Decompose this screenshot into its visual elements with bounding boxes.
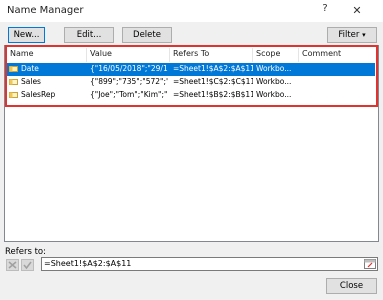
collapse-dialog-icon[interactable] [364,258,376,270]
help-icon[interactable]: ? [318,3,332,19]
check-icon[interactable] [21,259,34,271]
edit-button[interactable]: Edit... [64,27,114,43]
cancel-icon[interactable] [6,259,19,271]
close-button[interactable]: Close [326,278,377,294]
delete-button-label: Delete [133,30,161,40]
close-button-label: Close [339,281,364,291]
filter-button[interactable]: Filter ▾ [327,27,377,43]
new-button-label: New... [13,30,40,40]
highlight-frame [5,45,378,107]
delete-button[interactable]: Delete [122,27,172,43]
filter-button-label: Filter [338,30,360,40]
window-title: Name Manager [7,5,84,16]
chevron-down-icon: ▾ [362,31,366,39]
refers-to-label: Refers to: [5,247,46,257]
refers-to-input[interactable]: =Sheet1!$A$2:$A$11 [41,257,378,271]
new-button[interactable]: New... [8,27,45,43]
close-icon[interactable]: ✕ [348,2,366,20]
edit-button-label: Edit... [76,30,102,40]
